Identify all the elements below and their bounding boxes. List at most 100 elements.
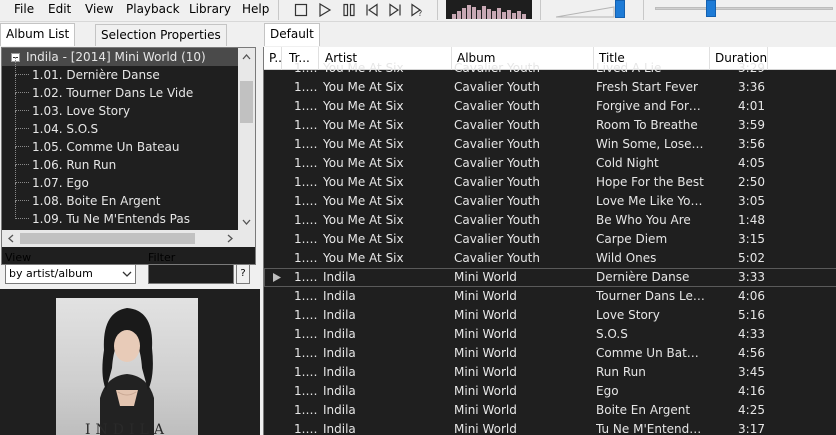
row-title: Wild Ones: [596, 251, 657, 265]
menu-help[interactable]: Help: [240, 0, 271, 20]
tree-scroll-thumb[interactable]: [240, 81, 253, 123]
row-artist: You Me At Six: [323, 156, 404, 170]
view-dropdown[interactable]: by artist/album: [5, 264, 136, 284]
cover-artist-text: INDILA: [85, 422, 169, 435]
row-title: Love Me Like You ...: [596, 194, 706, 208]
spectrum-bar: [497, 8, 501, 19]
row-duration: 3:29: [738, 61, 765, 75]
tree-track-item[interactable]: 1.09. Tu Ne M'Entends Pas: [2, 201, 238, 228]
spectrum-bar: [467, 5, 471, 19]
playlist-row[interactable]: 1.09 You Me At Six Cavalier Youth Love Me L…: [264, 192, 836, 211]
tree-track-item[interactable]: 1.02. Tourner Dans Le Vide: [2, 75, 238, 102]
tree-vertical-scrollbar[interactable]: [238, 48, 255, 230]
random-button[interactable]: ?: [409, 1, 427, 18]
playlist-row[interactable]: 1.05 Indila Mini World Comme Un Bateau 4:56: [264, 344, 836, 363]
playlist-row[interactable]: 1.05 You Me At Six Cavalier Youth Room To B…: [264, 116, 836, 135]
spectrum-bar: [517, 11, 521, 19]
filter-help-button[interactable]: ?: [236, 264, 250, 284]
tab-selection-properties[interactable]: Selection Properties: [95, 24, 227, 46]
tree-horizontal-scrollbar[interactable]: [2, 230, 238, 247]
playlist-row[interactable]: 1.08 You Me At Six Cavalier Youth Hope For …: [264, 173, 836, 192]
tree-track-item[interactable]: 1.01. Dernière Danse: [2, 57, 238, 84]
row-artist: Indila: [323, 308, 356, 322]
spectrum-bar: [502, 12, 506, 19]
scroll-down-button[interactable]: [238, 213, 255, 230]
playlist-row[interactable]: 1.04 Indila Mini World S.O.S 4:33: [264, 325, 836, 344]
menu-library[interactable]: Library: [187, 0, 233, 20]
tree-track-item[interactable]: 1.07. Ego: [2, 165, 238, 192]
playlist-row[interactable]: 1.06 Indila Mini World Run Run 3:45: [264, 363, 836, 382]
tree-connector: [15, 183, 29, 201]
tree-track-item[interactable]: 1.05. Comme Un Bateau: [2, 129, 238, 156]
row-title: Tourner Dans Le V...: [596, 289, 706, 303]
playlist-row[interactable]: 1.02 Indila Mini World Tourner Dans Le V...…: [264, 287, 836, 306]
playlist-row[interactable]: 1.10 You Me At Six Cavalier Youth Be Who Yo…: [264, 211, 836, 230]
album-tree: Indila - [2014] Mini World (10) 1.01. Der…: [1, 47, 256, 265]
menu-file[interactable]: File: [12, 0, 36, 20]
row-album: Mini World: [454, 270, 517, 284]
scroll-left-button[interactable]: [2, 230, 19, 247]
playlist-row[interactable]: 1.07 You Me At Six Cavalier Youth Cold Nigh…: [264, 154, 836, 173]
tree-track-item[interactable]: 1.08. Boite En Argent: [2, 183, 238, 210]
row-duration: 4:33: [738, 327, 765, 341]
tree-track-label: 1.09. Tu Ne M'Entends Pas: [32, 212, 190, 226]
menu-edit[interactable]: Edit: [46, 0, 73, 20]
left-panel: Album List Selection Properties Indila -…: [0, 23, 260, 435]
row-track-number: 1.10: [294, 213, 318, 227]
tree-connector: [15, 201, 29, 219]
filter-input[interactable]: [148, 264, 234, 284]
seek-bar[interactable]: [655, 0, 833, 17]
stop-button[interactable]: [292, 1, 310, 18]
row-track-number: 1.06: [294, 137, 318, 151]
row-title: Tu Ne M'Entends ...: [596, 422, 706, 435]
playlist-row[interactable]: 1.03 Indila Mini World Love Story 5:16: [264, 306, 836, 325]
chevron-right-icon: [227, 234, 233, 243]
row-track-number: 1.04: [294, 327, 318, 341]
volume-thumb[interactable]: [615, 0, 625, 18]
playlist-row[interactable]: 1.03 You Me At Six Cavalier Youth Fresh Sta…: [264, 78, 836, 97]
playlist-row[interactable]: 1.04 You Me At Six Cavalier Youth Forgive a…: [264, 97, 836, 116]
tab-album-list[interactable]: Album List: [0, 23, 76, 46]
tree-track-item[interactable]: 1.06. Run Run: [2, 147, 238, 174]
next-icon: [389, 2, 401, 17]
pause-button[interactable]: [340, 1, 358, 18]
row-artist: You Me At Six: [323, 251, 404, 265]
playlist-row[interactable]: 1.07 Indila Mini World Ego 4:16: [264, 382, 836, 401]
row-title: Comme Un Bateau: [596, 346, 706, 360]
playlist-row[interactable]: 1.08 Indila Mini World Boite En Argent 4:25: [264, 401, 836, 420]
scroll-up-button[interactable]: [238, 48, 255, 65]
play-button[interactable]: [316, 1, 334, 18]
tree-track-label: 1.08. Boite En Argent: [32, 194, 161, 208]
row-album: Mini World: [454, 422, 517, 435]
playlist-row[interactable]: 1.11 You Me At Six Cavalier Youth Carpe Die…: [264, 230, 836, 249]
playlist-row-playing[interactable]: 1.01 Indila Mini World Dernière Danse 3:33: [264, 268, 836, 287]
menu-playback[interactable]: Playback: [124, 0, 182, 20]
tree-track-item[interactable]: 1.03. Love Story: [2, 93, 238, 120]
tree-connector: [15, 147, 29, 165]
row-track-number: 1.04: [294, 99, 318, 113]
tree-hscroll-thumb[interactable]: [20, 233, 195, 244]
volume-slider[interactable]: [555, 0, 626, 18]
tree-track-item[interactable]: 1.04. S.O.S: [2, 111, 238, 138]
row-artist: You Me At Six: [323, 80, 404, 94]
next-button[interactable]: [386, 1, 404, 18]
tree-root-album[interactable]: Indila - [2014] Mini World (10): [2, 48, 238, 66]
row-duration: 3:17: [738, 422, 765, 435]
playlist-row[interactable]: 1.12 You Me At Six Cavalier Youth Wild Ones…: [264, 249, 836, 268]
row-title: Forgive and Forget: [596, 99, 706, 113]
row-duration: 3:59: [738, 118, 765, 132]
playlist-row[interactable]: 1.06 You Me At Six Cavalier Youth Win Some,…: [264, 135, 836, 154]
playlist-row[interactable]: 1.09 Indila Mini World Tu Ne M'Entends ... 3…: [264, 420, 836, 435]
row-artist: Indila: [323, 403, 356, 417]
scroll-right-button[interactable]: [221, 230, 238, 247]
row-artist: You Me At Six: [323, 61, 404, 75]
seek-thumb[interactable]: [706, 0, 716, 17]
stop-icon: [294, 3, 308, 16]
playlist-row[interactable]: 1.02 You Me At Six Cavalier Youth Lived A L…: [264, 59, 836, 78]
previous-button[interactable]: [363, 1, 381, 18]
tab-playlist-default[interactable]: Default: [264, 23, 320, 46]
row-album: Cavalier Youth: [454, 80, 540, 94]
tree-track-label: 1.04. S.O.S: [32, 122, 99, 136]
row-album: Mini World: [454, 289, 517, 303]
menu-view[interactable]: View: [83, 0, 115, 20]
